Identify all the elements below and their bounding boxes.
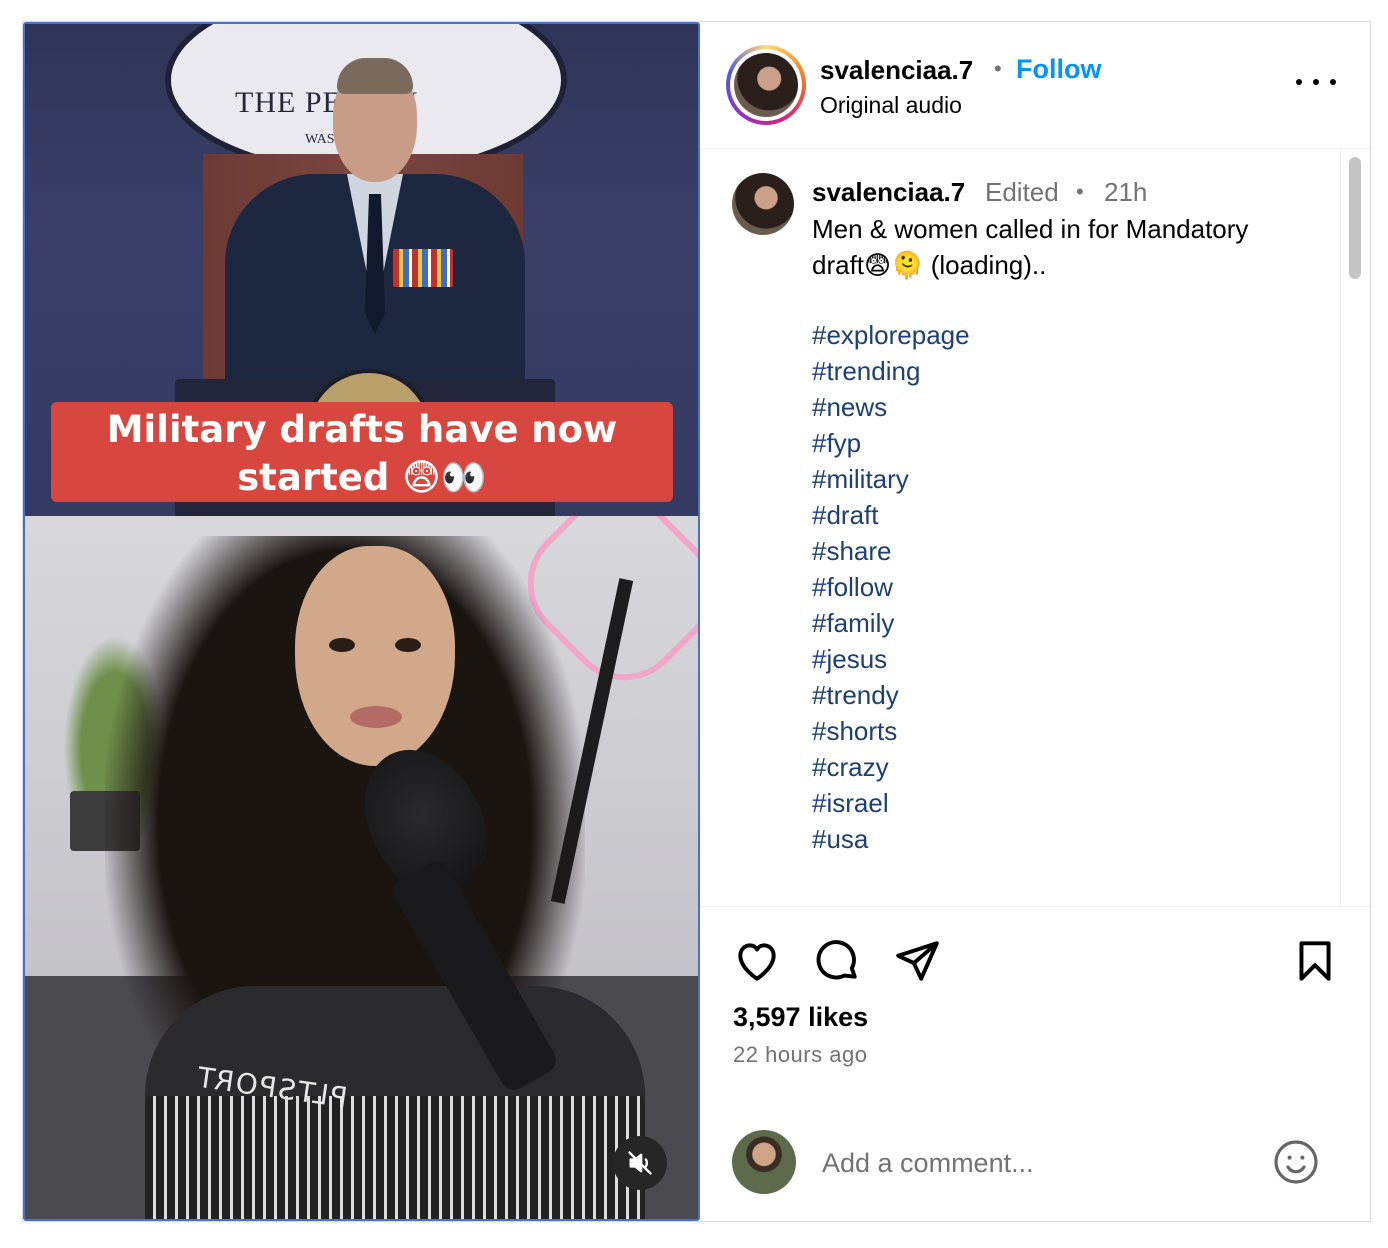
emoji-button[interactable] [1272,1138,1320,1186]
hashtag-link[interactable]: #fyp [812,425,970,461]
hashtag-link[interactable]: #military [812,461,970,497]
action-bar [700,922,1370,1002]
hashtag-list: #explorepage #trending #news #fyp #milit… [812,317,970,857]
hashtag-link[interactable]: #usa [812,821,970,857]
hashtag-link[interactable]: #shorts [812,713,970,749]
comment-button[interactable] [812,936,862,986]
comment-icon [816,940,857,980]
hashtag-link[interactable]: #family [812,605,970,641]
hashtag-link[interactable]: #news [812,389,970,425]
caption-scrollbar[interactable] [1340,149,1370,906]
hashtag-link[interactable]: #crazy [812,749,970,785]
caption-avatar[interactable] [732,173,794,235]
share-button[interactable] [892,936,942,986]
officer-hair [337,58,413,94]
dot [1296,79,1302,85]
creator-face [295,546,455,766]
comment-input[interactable] [820,1144,1244,1182]
scrollbar-thumb[interactable] [1349,157,1361,279]
right-eye [395,638,421,652]
hashtag-link[interactable]: #explorepage [812,317,970,353]
current-user-avatar [732,1130,796,1194]
reel-video[interactable]: THE PE GON WAS Military drafts have now … [23,22,700,1221]
post-details-panel: svalenciaa.7 • Follow Original audio sva… [700,22,1370,1221]
hashtag-link[interactable]: #share [812,533,970,569]
likes-count[interactable]: 3,597 likes [733,1002,868,1033]
heart-icon [738,943,776,981]
story-avatar[interactable] [726,45,806,125]
follow-button[interactable]: Follow [1016,54,1101,85]
header-separator: • [994,56,1002,81]
mute-button[interactable] [613,1136,667,1190]
caption-username[interactable]: svalenciaa.7 [812,177,965,208]
post-card: THE PE GON WAS Military drafts have now … [22,21,1371,1222]
dot [1313,79,1319,85]
banner-line-2: started 😨👀 [237,456,487,499]
hashtag-link[interactable]: #draft [812,497,970,533]
hashtag-link[interactable]: #jesus [812,641,970,677]
audio-link[interactable]: Original audio [820,92,962,119]
bookmark-icon [1299,941,1331,981]
video-caption-banner: Military drafts have now started 😨👀 [51,402,673,502]
banner-line-1: Military drafts have now [106,408,618,451]
like-button[interactable] [732,936,782,986]
hashtag-link[interactable]: #israel [812,785,970,821]
video-top-scene: THE PE GON WAS Military drafts have now … [25,24,698,516]
seal-subtext: WAS [305,132,335,147]
dot [1330,79,1336,85]
video-bottom-scene: PLTSPORT [25,516,698,1219]
edited-label: Edited [985,177,1059,207]
header-username[interactable]: svalenciaa.7 [820,55,973,86]
caption-scroll-area[interactable]: svalenciaa.7 Edited • 21h Men & women ca… [700,149,1370,907]
caption-separator: • [1076,179,1084,204]
save-button[interactable] [1290,936,1340,986]
avatar-border [730,49,802,121]
post-date[interactable]: 22 hours ago [733,1042,867,1068]
emoji-icon [1274,1140,1318,1184]
caption-line-1: Men & women called in for Mandatory [812,214,1249,244]
hashtag-link[interactable]: #trendy [812,677,970,713]
officer-ribbons [393,249,453,287]
hashtag-link[interactable]: #trending [812,353,970,389]
muted-speaker-icon [628,1151,652,1175]
avatar [734,53,798,117]
post-header: svalenciaa.7 • Follow Original audio [700,22,1370,149]
more-options-icon[interactable] [1296,72,1336,92]
share-icon [896,941,939,981]
caption-text: Men & women called in for Mandatory draf… [812,211,1332,283]
caption-time[interactable]: 21h [1104,177,1147,208]
caption-line-2: draft😨🫠 (loading).. [812,250,1047,280]
hashtag-link[interactable]: #follow [812,569,970,605]
left-eye [329,638,355,652]
mouth [350,706,402,728]
add-comment-row [700,1122,1370,1202]
